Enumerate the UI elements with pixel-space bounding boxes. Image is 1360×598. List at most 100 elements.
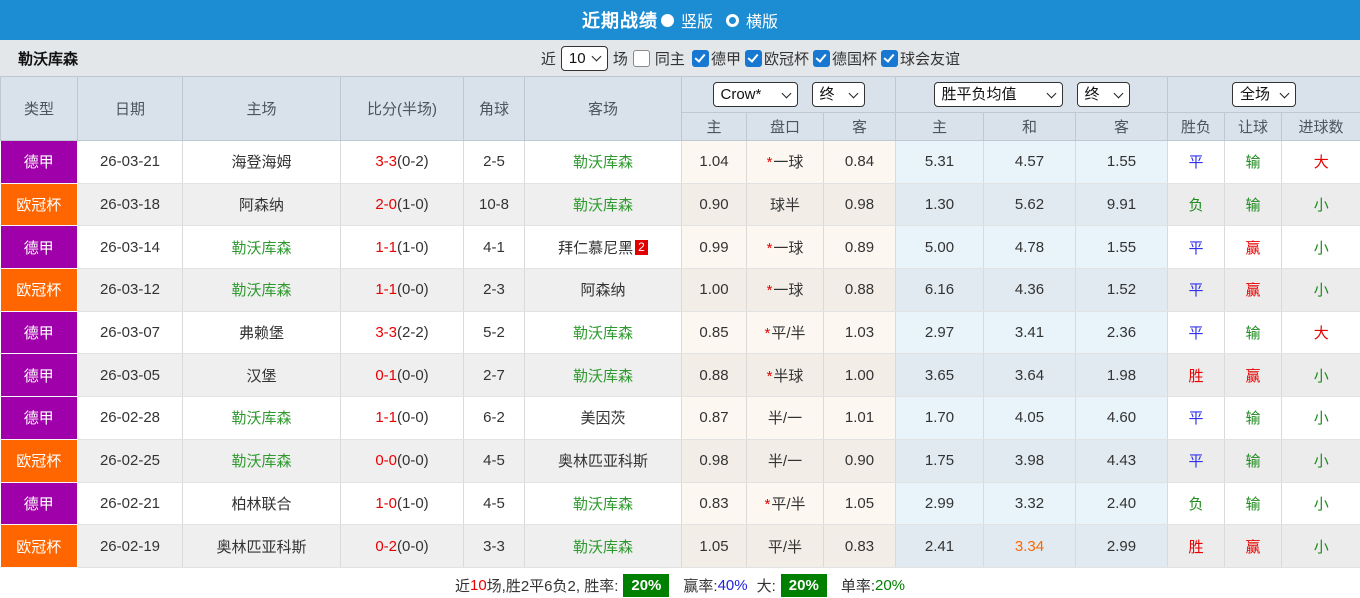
result-outcome: 负 <box>1167 183 1226 227</box>
avg-draw: 3.32 <box>983 482 1076 526</box>
vertical-layout-radio[interactable] <box>660 13 674 27</box>
avg-away: 4.43 <box>1075 439 1169 483</box>
league-badge: 德甲 <box>0 482 78 526</box>
avg-state-select[interactable]: 终 <box>1076 82 1130 107</box>
filters-bar: 近 10 场 同主 德甲 欧冠杯 德国杯 球会友谊 <box>541 45 962 71</box>
home-team: 勒沃库森 <box>182 268 341 312</box>
score: 0-1(0-0) <box>340 353 464 398</box>
league-badge: 德甲 <box>0 140 78 184</box>
result-goals: 小 <box>1281 482 1360 526</box>
odds-away: 0.83 <box>823 524 896 568</box>
odds-company-select[interactable]: Crow* <box>712 82 798 107</box>
score: 1-1(0-0) <box>340 396 464 440</box>
summary-text: 场,胜2平6负2, 胜率: <box>486 577 619 595</box>
odds-state-select-wrap: 终 <box>811 82 865 107</box>
avg-home: 5.31 <box>895 140 984 184</box>
result-handicap: 输 <box>1224 396 1283 440</box>
score: 0-0(0-0) <box>340 439 464 483</box>
league-checkbox-0[interactable] <box>691 49 709 67</box>
summary-text: 10 <box>469 576 487 594</box>
vertical-layout-label[interactable]: 竖版 <box>681 8 713 32</box>
league-checkbox-2[interactable] <box>812 49 830 67</box>
odds-home: 0.99 <box>681 225 747 270</box>
avg-home: 5.00 <box>895 225 984 270</box>
avg-away: 1.55 <box>1075 225 1169 270</box>
summary-text: 40% <box>717 576 748 594</box>
scope-select[interactable]: 全场 <box>1232 82 1297 107</box>
avg-away: 2.99 <box>1075 524 1169 568</box>
sub-header-odds-home: 主 <box>681 112 747 141</box>
league-checkbox-1[interactable] <box>744 49 762 67</box>
odds-home: 0.83 <box>681 482 747 526</box>
corner-score: 6-2 <box>463 396 525 440</box>
odds-away: 1.05 <box>823 482 896 526</box>
league-badge: 欧冠杯 <box>0 268 78 312</box>
odds-home: 1.00 <box>681 268 747 312</box>
league-checkbox-3[interactable] <box>880 49 898 67</box>
team-name: 勒沃库森 <box>18 50 79 68</box>
col-header-home: 主场 <box>182 76 341 141</box>
result-handicap: 输 <box>1224 140 1283 184</box>
avg-away: 1.98 <box>1075 353 1169 398</box>
col-header-away: 客场 <box>524 76 682 141</box>
away-team: 勒沃库森 <box>524 183 682 227</box>
away-team: 勒沃库森 <box>524 140 682 184</box>
corner-score: 2-7 <box>463 353 525 398</box>
summary-text: 近 <box>454 577 470 595</box>
home-team: 弗赖堡 <box>182 311 341 355</box>
away-team: 阿森纳 <box>524 268 682 312</box>
league-checkbox-label-3: 球会友谊 <box>899 50 960 68</box>
horizontal-layout-radio[interactable] <box>726 13 739 27</box>
odds-state-select[interactable]: 终 <box>811 82 865 107</box>
corner-score: 2-3 <box>463 268 525 312</box>
col-header-type: 类型 <box>0 76 78 141</box>
avg-home: 2.97 <box>895 311 984 355</box>
league-checkbox-label-1: 欧冠杯 <box>763 50 809 68</box>
toolbar: 勒沃库森 近 10 场 同主 德甲 欧冠杯 德国杯 球会友谊 <box>0 40 1360 76</box>
avg-type-select-wrap: 胜平负均值 <box>933 82 1063 107</box>
result-goals: 小 <box>1281 183 1360 227</box>
summary-text: 20% <box>874 576 906 594</box>
away-team: 拜仁慕尼黑 2 <box>524 225 682 270</box>
result-outcome: 胜 <box>1167 353 1226 398</box>
sub-header-handicap: 盘口 <box>746 112 824 141</box>
result-outcome: 胜 <box>1167 524 1226 568</box>
avg-home: 6.16 <box>895 268 984 312</box>
avg-draw: 5.62 <box>983 183 1076 227</box>
league-badge: 德甲 <box>0 311 78 355</box>
home-team: 勒沃库森 <box>182 439 341 483</box>
sub-header-odds-away: 客 <box>823 112 896 141</box>
result-outcome: 平 <box>1167 396 1226 440</box>
home-team: 汉堡 <box>182 353 341 398</box>
corner-score: 4-1 <box>463 225 525 270</box>
result-handicap: 输 <box>1224 439 1283 483</box>
col-header-date: 日期 <box>77 76 183 141</box>
odds-away: 0.84 <box>823 140 896 184</box>
avg-draw: 4.57 <box>983 140 1076 184</box>
home-team: 勒沃库森 <box>182 396 341 440</box>
result-handicap: 输 <box>1224 183 1283 227</box>
horizontal-layout-label[interactable]: 横版 <box>746 8 778 32</box>
match-date: 26-03-14 <box>77 225 183 270</box>
match-date: 26-03-07 <box>77 311 183 355</box>
handicap-line: *平/半 <box>746 311 824 355</box>
avg-home: 2.99 <box>895 482 984 526</box>
result-goals: 大 <box>1281 140 1360 184</box>
recent-count-select-wrap: 10 <box>560 45 608 71</box>
avg-type-select[interactable]: 胜平负均值 <box>933 82 1063 107</box>
avg-home: 2.41 <box>895 524 984 568</box>
result-outcome: 负 <box>1167 482 1226 526</box>
corner-score: 4-5 <box>463 439 525 483</box>
result-handicap: 输 <box>1224 311 1283 355</box>
sub-header-goals: 进球数 <box>1281 112 1360 141</box>
league-filters: 德甲 欧冠杯 德国杯 球会友谊 <box>691 48 962 69</box>
same-venue-checkbox[interactable] <box>632 49 650 67</box>
avg-away: 1.52 <box>1075 268 1169 312</box>
recent-count-select[interactable]: 10 <box>560 45 608 71</box>
handicap-line: 平/半 <box>746 524 824 568</box>
handicap-line: *一球 <box>746 268 824 312</box>
odds-home: 0.90 <box>681 183 747 227</box>
handicap-line: 半/一 <box>746 396 824 440</box>
odds-away: 0.90 <box>823 439 896 483</box>
odds-away: 0.88 <box>823 268 896 312</box>
